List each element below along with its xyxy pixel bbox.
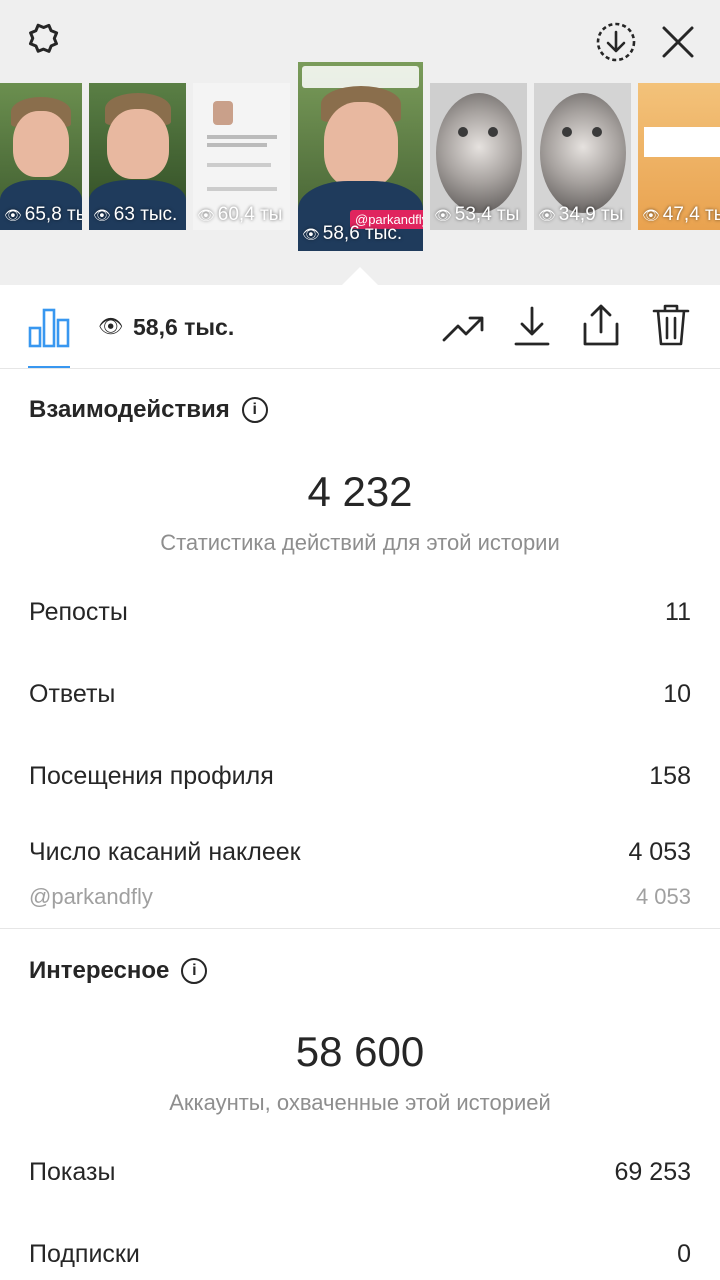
story-thumbnail[interactable]: 👁 53,4 ты	[430, 83, 527, 230]
story-thumbnail[interactable]: 👁 34,9 ты	[534, 83, 631, 230]
info-icon[interactable]: i	[241, 397, 268, 423]
story-toolbar: 👁 58,6 тыс.	[0, 286, 720, 369]
discovery-subtitle: Аккаунты, охваченные этой историей	[169, 1090, 551, 1115]
trash-icon[interactable]	[652, 302, 690, 348]
stat-row-follows: Подписки 0	[29, 1240, 691, 1268]
tab-underline	[28, 366, 70, 368]
share-icon[interactable]	[581, 302, 621, 348]
views-count: 58,6 тыс.	[133, 314, 235, 340]
trend-icon[interactable]	[442, 310, 484, 346]
stat-row-reposts: Репосты 11	[29, 598, 691, 626]
interactions-subtitle: Статистика действий для этой истории	[160, 530, 560, 555]
stat-row-replies: Ответы 10	[29, 680, 691, 708]
story-thumbnail-selected[interactable]: @parkandfly 👁 58,6 тыс.	[298, 62, 423, 251]
stat-row-sticker-mention: @parkandfly 4 053	[29, 884, 691, 909]
section-divider	[0, 928, 720, 929]
stat-row-profile-visits: Посещения профиля 158	[29, 762, 691, 790]
bar-chart-icon[interactable]	[28, 306, 70, 348]
selection-pointer	[341, 267, 379, 286]
interactions-total: 4 232	[307, 468, 413, 515]
story-thumbnail[interactable]: 👁 60,4 ты	[193, 83, 290, 230]
discovery-total: 58 600	[295, 1028, 425, 1075]
interactions-title: Взаимодействия i	[29, 396, 268, 424]
gear-icon[interactable]	[20, 20, 64, 64]
stat-row-impressions: Показы 69 253	[29, 1158, 691, 1186]
download-icon[interactable]	[513, 304, 551, 348]
story-thumbnails: 👁65,8 ты 👁63 тыс. 👁60,4 ты @parkandfly 👁…	[0, 60, 720, 260]
close-icon[interactable]	[660, 24, 696, 60]
story-thumbnail[interactable]: 👁65,8 ты	[0, 83, 82, 230]
eye-icon: 👁	[98, 316, 124, 338]
story-thumbnail[interactable]: 👁47,4 ты	[638, 83, 720, 230]
stat-row-sticker-taps: Число касаний наклеек 4 053	[29, 838, 691, 866]
discovery-title: Интересное i	[29, 957, 208, 985]
info-icon[interactable]: i	[181, 958, 208, 984]
story-thumbnail[interactable]: 👁 63 тыс.	[89, 83, 186, 230]
download-circle-icon[interactable]	[594, 20, 638, 64]
